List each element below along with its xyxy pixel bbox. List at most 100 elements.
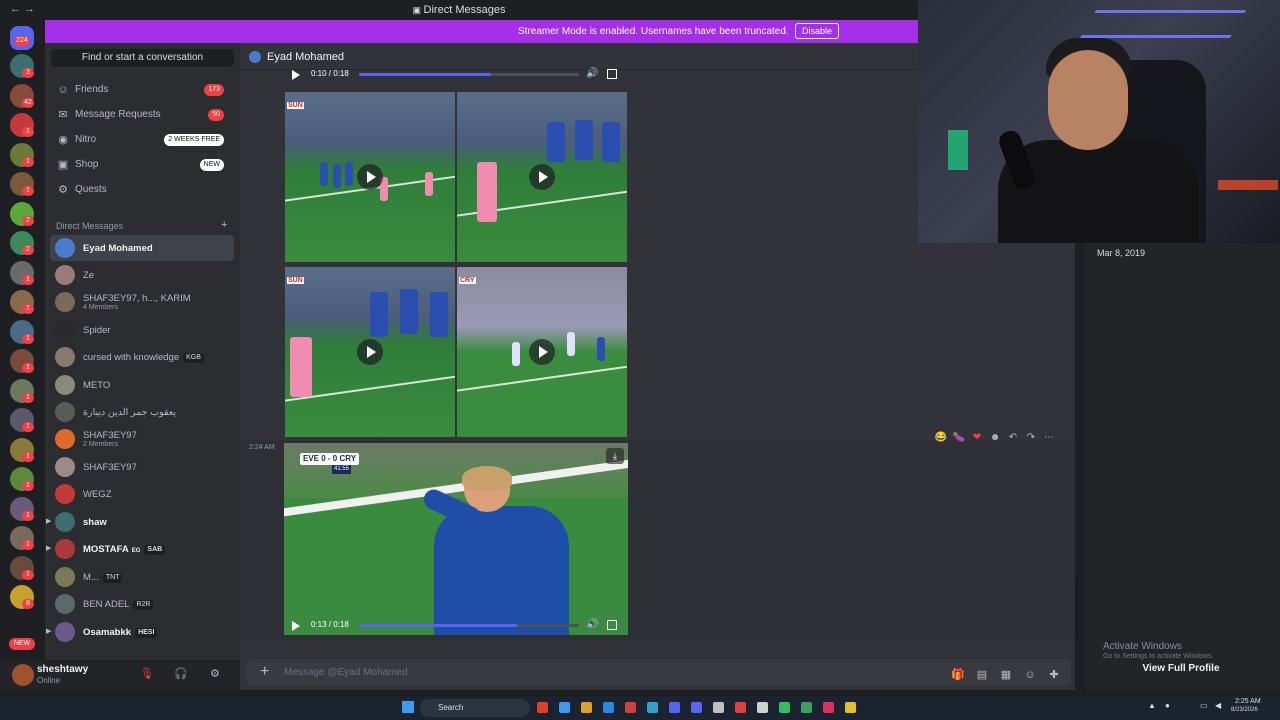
dm-item[interactable]: Eyad Mohamed: [50, 235, 234, 261]
reaction-joy-icon[interactable]: 😂: [932, 429, 950, 447]
dm-item[interactable]: SHAF3EY97 2 Members: [50, 426, 234, 452]
team-tag: SUN: [287, 277, 304, 284]
mic-muted-icon[interactable]: 🎙: [140, 667, 154, 681]
nav-item-message-requests[interactable]: ✉ Message Requests 50: [50, 104, 234, 126]
dm-item[interactable]: SHAF3EY97, h..., KARIM 4 Members: [50, 289, 234, 315]
nav-item-shop[interactable]: ▣ Shop NEW: [50, 154, 234, 176]
dm-item[interactable]: ▶ Osamabkk HESI: [46, 619, 234, 645]
play-icon[interactable]: [357, 339, 383, 365]
reaction-eggplant-icon[interactable]: 🍆: [950, 429, 968, 447]
dm-item[interactable]: SHAF3EY97: [50, 454, 234, 480]
add-reaction-icon[interactable]: ☻: [986, 429, 1004, 447]
disable-button[interactable]: Disable: [795, 23, 839, 39]
gif-icon[interactable]: ▤: [970, 667, 994, 683]
reaction-heart-icon[interactable]: ❤: [968, 429, 986, 447]
dm-item[interactable]: WEGZ: [50, 481, 234, 507]
video-tile[interactable]: CRY: [457, 267, 627, 437]
view-full-profile-button[interactable]: View Full Profile: [1097, 661, 1265, 676]
chevron-up-icon[interactable]: ▲: [1148, 701, 1156, 710]
dm-name: MOSTAFA EG SAB: [83, 544, 166, 555]
taskbar-app-icon[interactable]: [801, 702, 812, 713]
dm-item[interactable]: BEN ADEL R2R: [50, 591, 234, 617]
dm-name: SHAF3EY97: [83, 430, 137, 441]
reply-icon[interactable]: ↶: [1004, 429, 1022, 447]
apps-icon[interactable]: ✚: [1042, 667, 1066, 683]
nav-item-nitro[interactable]: ◉ Nitro 2 WEEKS FREE: [50, 129, 234, 151]
scrollbar[interactable]: [1075, 577, 1079, 637]
dm-name-text: SHAF3EY97: [83, 430, 137, 441]
taskbar-app-icon[interactable]: [691, 702, 702, 713]
dm-item[interactable]: Ze: [50, 262, 234, 288]
fullscreen-icon[interactable]: [607, 69, 617, 79]
video-tile[interactable]: [457, 92, 627, 262]
video-tile[interactable]: SUN: [285, 267, 455, 437]
message-input[interactable]: + Message @Eyad Mohamed 🎁 ▤ ▦ ☺ ✚: [246, 659, 1071, 686]
taskbar-app-icon[interactable]: [757, 702, 768, 713]
dm-item[interactable]: M... TNT: [50, 564, 234, 590]
taskbar-app-icon[interactable]: [713, 702, 724, 713]
nav-label: Quests: [75, 184, 107, 195]
taskbar-app-icon[interactable]: [647, 702, 658, 713]
nav-item-friends[interactable]: ☺ Friends 173: [50, 79, 234, 101]
taskbar-app-icon[interactable]: [669, 702, 680, 713]
taskbar-app-icon[interactable]: [845, 702, 856, 713]
sticker-icon[interactable]: ▦: [994, 667, 1018, 683]
dm-name: Eyad Mohamed: [83, 243, 153, 254]
download-icon[interactable]: ⤓: [606, 448, 624, 464]
taskbar-app-icon[interactable]: [581, 702, 592, 713]
fullscreen-icon[interactable]: [607, 620, 617, 630]
dm-item[interactable]: METO: [50, 372, 234, 398]
nitro-icon: ◉: [58, 134, 68, 146]
taskbar-time: 2:25 AM: [1235, 698, 1261, 705]
dm-item[interactable]: ▶ shaw: [46, 509, 234, 535]
taskbar-app-icon[interactable]: [823, 702, 834, 713]
video-progress[interactable]: [359, 73, 579, 76]
team-tag: CRY: [459, 277, 476, 284]
network-icon[interactable]: ▭: [1200, 701, 1208, 710]
play-icon[interactable]: [292, 70, 300, 80]
nav-item-quests[interactable]: ⚙ Quests: [50, 179, 234, 201]
volume-icon[interactable]: 🔊: [586, 68, 598, 79]
attach-icon[interactable]: +: [260, 663, 269, 681]
add-dm-icon[interactable]: +: [221, 219, 227, 231]
play-icon[interactable]: [529, 339, 555, 365]
username: sheshtawy: [37, 664, 89, 675]
dm-item[interactable]: ▶ MOSTAFA EG SAB: [46, 536, 234, 562]
dm-item[interactable]: cursed with knowledge KGB: [50, 344, 234, 370]
composer-tools: 🎁 ▤ ▦ ☺ ✚: [946, 665, 1066, 681]
taskbar-app-icon[interactable]: [779, 702, 790, 713]
gift-icon[interactable]: 🎁: [946, 667, 970, 683]
server-badge: 1: [22, 304, 34, 314]
taskbar-app-icon[interactable]: [625, 702, 636, 713]
taskbar-app-icon[interactable]: [603, 702, 614, 713]
play-icon[interactable]: [357, 164, 383, 190]
screen: ← → ▣ Direct Messages Streamer Mode is e…: [0, 0, 1280, 720]
play-icon[interactable]: [292, 621, 300, 631]
expand-icon: ▶: [46, 628, 52, 635]
headphones-muted-icon[interactable]: 🎧: [174, 667, 188, 681]
taskbar-search[interactable]: Search: [420, 699, 530, 717]
profile-panel: Mar 8, 2019 Activate Windows Go to Setti…: [1085, 243, 1280, 690]
video-progress[interactable]: [359, 624, 579, 627]
server-badge: 1: [22, 451, 34, 462]
more-icon[interactable]: ⋯: [1040, 429, 1058, 447]
video-tile[interactable]: SUN: [285, 92, 455, 262]
avatar[interactable]: [12, 664, 34, 686]
forward-icon[interactable]: ↷: [1022, 429, 1040, 447]
dm-item[interactable]: Spider: [50, 317, 234, 343]
taskbar-app-icon[interactable]: [559, 702, 570, 713]
video-player[interactable]: EVE 0 - 0 CRY 41:55 ⤓: [284, 443, 628, 635]
volume-icon[interactable]: 🔊: [586, 619, 598, 630]
search-button[interactable]: Find or start a conversation: [51, 49, 234, 67]
taskbar-app-icon[interactable]: [537, 702, 548, 713]
dm-item[interactable]: يعقوب جمر الدين ديبارة: [50, 399, 234, 425]
play-icon[interactable]: [529, 164, 555, 190]
volume-icon[interactable]: ◀: [1215, 701, 1221, 710]
emoji-icon[interactable]: ☺: [1018, 667, 1042, 683]
clan-tag: SAB: [144, 545, 166, 555]
mic-icon[interactable]: ●: [1165, 701, 1170, 710]
taskbar-app-icon[interactable]: [735, 702, 746, 713]
clan-tag: HESI: [135, 628, 158, 638]
gear-icon[interactable]: ⚙: [210, 667, 220, 681]
windows-start-icon[interactable]: [402, 701, 414, 713]
